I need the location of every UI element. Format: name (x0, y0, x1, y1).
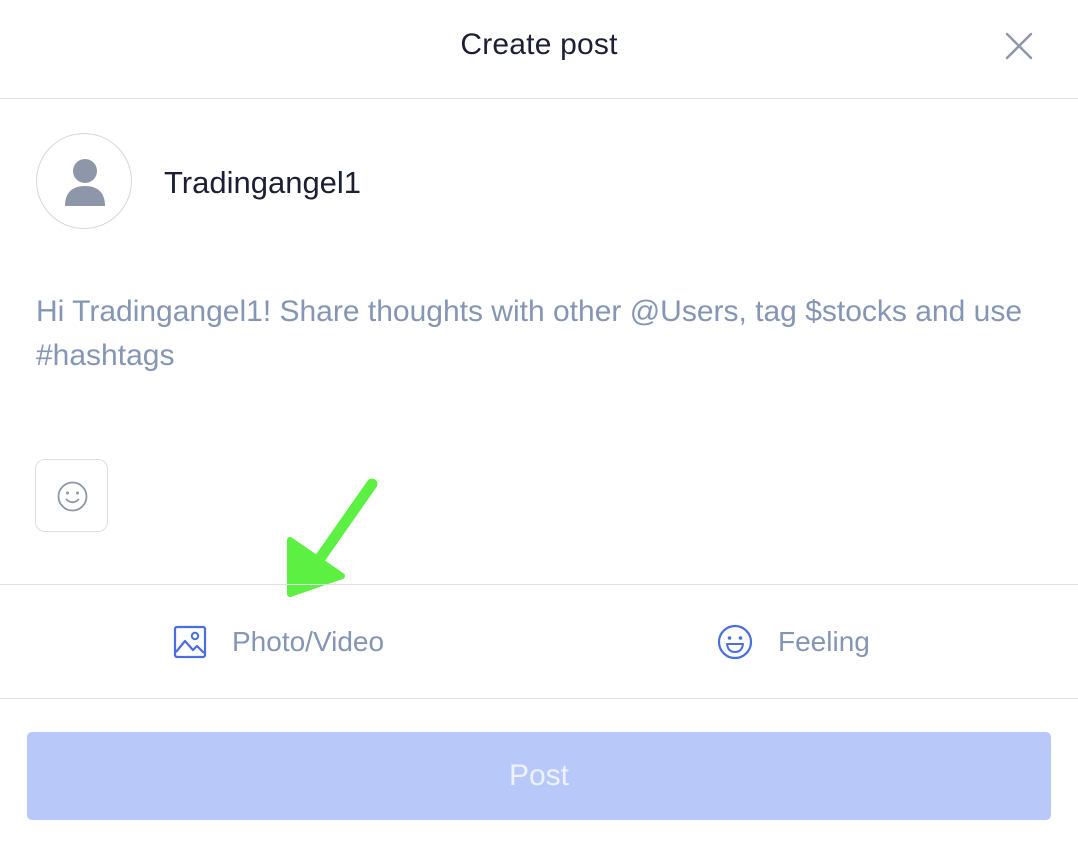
close-icon (1005, 32, 1033, 60)
feeling-label: Feeling (778, 626, 870, 657)
modal-header: Create post (0, 0, 1078, 99)
create-post-modal: Create post Tradingangel1 Hi Tradingange… (0, 0, 1078, 847)
image-icon (173, 625, 207, 659)
divider (0, 584, 1078, 585)
feeling-button[interactable]: Feeling (716, 604, 870, 680)
smiley-face-icon (717, 624, 753, 660)
emoji-picker-button[interactable] (35, 459, 108, 532)
username: Tradingangel1 (164, 165, 362, 200)
photo-video-button[interactable]: Photo/Video (172, 604, 384, 680)
post-text-input[interactable]: Hi Tradingangel1! Share thoughts with ot… (36, 290, 1036, 430)
modal-title: Create post (460, 28, 618, 61)
close-button[interactable] (1000, 27, 1038, 65)
photo-video-label: Photo/Video (232, 626, 385, 657)
post-button[interactable]: Post (27, 732, 1051, 820)
user-silhouette-icon (65, 159, 105, 206)
divider (0, 698, 1078, 699)
smiley-icon (57, 481, 88, 512)
avatar (36, 133, 132, 229)
